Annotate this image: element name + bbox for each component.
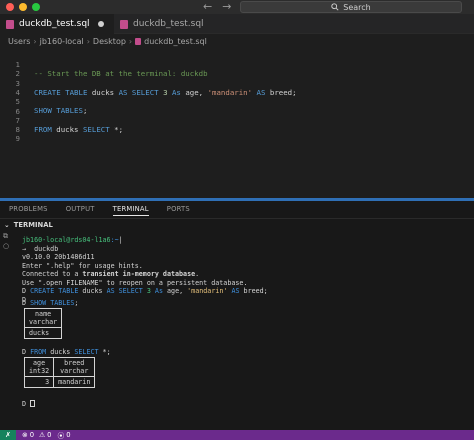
chevron-right-icon: › bbox=[128, 36, 133, 46]
code-line: 3 CREATE TABLE ducks AS SELECT 3 As age,… bbox=[0, 70, 474, 97]
table-header-cell: age int32 bbox=[23, 357, 55, 377]
code-line: 4 bbox=[0, 79, 474, 97]
sql-file-icon bbox=[120, 19, 128, 29]
search-label: Search bbox=[343, 2, 371, 12]
tab-problems[interactable]: PROBLEMS bbox=[0, 201, 57, 217]
terminal-query-line: D CREATE TABLE ducks AS SELECT 3 As age,… bbox=[22, 287, 268, 295]
result-table-ducks: age int32 breed varchar 3 mandarin bbox=[23, 357, 96, 388]
cursor-icon bbox=[30, 400, 36, 407]
tab-duckdb-test-inactive[interactable]: duckdb_test.sql bbox=[114, 14, 210, 34]
code-editor[interactable]: 1 -- Start the DB at the terminal: duckd… bbox=[0, 48, 474, 198]
command-decoration-icon[interactable]: ○ bbox=[3, 242, 9, 250]
terminal-query-line: D SHOW TABLES; bbox=[22, 299, 79, 307]
tab-ports[interactable]: PORTS bbox=[158, 201, 199, 217]
table-cell: 3 bbox=[23, 376, 55, 388]
breadcrumb-item[interactable]: jb160-local bbox=[40, 37, 84, 46]
tab-label: duckdb_test.sql bbox=[133, 19, 204, 29]
table-cell: ducks bbox=[23, 327, 63, 339]
chevron-right-icon: › bbox=[86, 36, 90, 46]
tab-label: duckdb_test.sql bbox=[19, 19, 90, 29]
breadcrumb-file[interactable]: duckdb_test.sql bbox=[135, 37, 207, 46]
code-line: 8 bbox=[0, 116, 474, 134]
table-header-cell: breed varchar bbox=[53, 357, 96, 377]
forward-arrow-icon[interactable]: → bbox=[222, 0, 231, 14]
tab-output[interactable]: OUTPUT bbox=[57, 201, 104, 217]
breadcrumb: Users › jb160-local › Desktop › duckdb_t… bbox=[0, 34, 474, 48]
problems-status[interactable]: ⊗ 0 ⚠ 0 bbox=[22, 431, 51, 439]
navigation-arrows: ← → bbox=[203, 0, 231, 14]
terminal-prompt-line: jb160-local@rds04-l1a6:~| bbox=[22, 236, 123, 244]
code-line: 2 bbox=[0, 60, 474, 78]
terminal-connected-line: Connected to a transient in-memory datab… bbox=[22, 270, 200, 278]
breadcrumb-item[interactable]: Users bbox=[8, 37, 30, 46]
terminal-section-title: TERMINAL bbox=[13, 220, 53, 229]
command-search-box[interactable]: Search bbox=[240, 1, 462, 13]
chevron-down-icon: ⌄ bbox=[4, 220, 10, 229]
title-bar: ← → Search bbox=[0, 0, 474, 14]
terminal-query-line: D FROM ducks SELECT *; bbox=[22, 348, 111, 356]
table-cell: mandarin bbox=[53, 376, 96, 388]
code-line: 7 FROM ducks SELECT *; bbox=[0, 107, 474, 134]
split-terminal-icon[interactable]: ⧉ bbox=[3, 232, 8, 241]
terminal-command-line: → duckdb bbox=[22, 244, 59, 253]
terminal-output[interactable]: jb160-local@rds04-l1a6:~| → duckdb v0.10… bbox=[22, 236, 268, 408]
tab-duckdb-test-active[interactable]: duckdb_test.sql bbox=[0, 14, 114, 34]
code-line: 1 -- Start the DB at the terminal: duckd… bbox=[0, 51, 474, 78]
code-line: 5 SHOW TABLES; bbox=[0, 88, 474, 115]
code-line: 9 bbox=[0, 125, 474, 143]
unsaved-dot-icon[interactable] bbox=[98, 21, 104, 27]
search-icon bbox=[331, 3, 339, 11]
warning-icon: ⚠ bbox=[39, 431, 46, 439]
bottom-panel: PROBLEMS OUTPUT TERMINAL PORTS ⌄ TERMINA… bbox=[0, 201, 474, 430]
sql-file-icon bbox=[135, 37, 142, 45]
close-window-button[interactable] bbox=[6, 3, 14, 11]
terminal-help-line: Enter ".help" for usage hints. bbox=[22, 261, 143, 270]
breadcrumb-item: duckdb_test.sql bbox=[144, 36, 207, 46]
window-controls bbox=[6, 3, 40, 11]
code-line: 6 bbox=[0, 98, 474, 116]
table-header-cell: name varchar bbox=[23, 308, 63, 328]
maximize-window-button[interactable] bbox=[32, 3, 40, 11]
terminal-input-line[interactable]: D bbox=[22, 400, 36, 409]
status-bar: ✗ ⊗ 0 ⚠ 0 ⦿ 0 bbox=[0, 430, 474, 440]
ports-status[interactable]: ⦿ 0 bbox=[57, 430, 70, 440]
minimize-window-button[interactable] bbox=[19, 3, 27, 11]
panel-tabs: PROBLEMS OUTPUT TERMINAL PORTS bbox=[0, 201, 199, 217]
terminal-version-line: v0.10.0 20b1486d11 bbox=[22, 253, 95, 261]
terminal-section-header[interactable]: ⌄ TERMINAL bbox=[0, 218, 474, 230]
error-icon: ⊗ bbox=[22, 431, 28, 439]
tab-terminal[interactable]: TERMINAL bbox=[104, 201, 158, 217]
radio-tower-icon: ⦿ bbox=[57, 432, 65, 440]
remote-indicator-icon[interactable]: ✗ bbox=[0, 430, 16, 440]
terminal-reopen-line: Use ".open FILENAME" to reopen on a pers… bbox=[22, 278, 248, 287]
back-arrow-icon[interactable]: ← bbox=[203, 0, 212, 14]
line-number: 9 bbox=[15, 134, 20, 144]
sql-file-icon bbox=[6, 19, 14, 29]
editor-tab-bar: duckdb_test.sql duckdb_test.sql bbox=[0, 14, 474, 34]
result-table-tables: name varchar ducks bbox=[23, 308, 63, 339]
chevron-right-icon: › bbox=[33, 36, 37, 46]
breadcrumb-item[interactable]: Desktop bbox=[93, 37, 126, 46]
